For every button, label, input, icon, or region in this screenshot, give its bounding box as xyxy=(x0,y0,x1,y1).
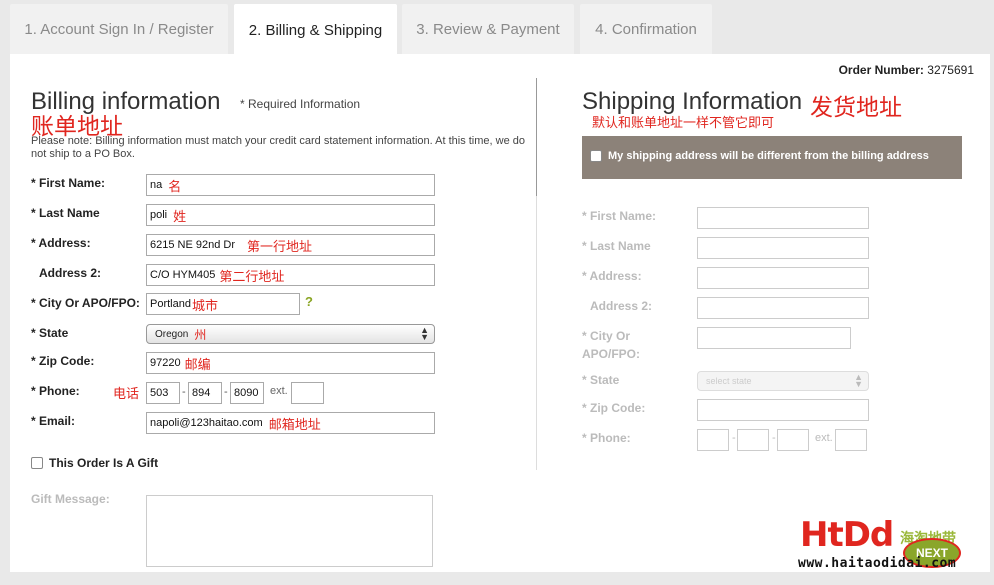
phone-part3: 8090 xyxy=(234,387,259,399)
last-name-annotation: 姓 xyxy=(173,208,187,224)
ship-zip-label: * Zip Code: xyxy=(582,401,646,415)
ship-last-name-label: * Last Name xyxy=(582,239,651,253)
first-name-input[interactable]: na 名 xyxy=(146,174,435,196)
phone-ext-label: ext. xyxy=(270,385,288,397)
gift-message-textarea[interactable] xyxy=(146,495,433,567)
phone-dash: - xyxy=(182,386,186,398)
select-arrows-icon: ▲ ▼ xyxy=(420,325,429,342)
tab-billing-shipping[interactable]: 2. Billing & Shipping xyxy=(234,4,397,56)
ship-city-label: * City Or xyxy=(582,329,631,343)
phone-dash: - xyxy=(732,432,736,444)
first-name-label: * First Name: xyxy=(31,176,106,190)
different-shipping-checkbox[interactable] xyxy=(590,150,602,162)
address2-annotation: 第二行地址 xyxy=(219,268,285,284)
last-name-input[interactable]: poli 姓 xyxy=(146,204,435,226)
address2-value: C/O HYM405 xyxy=(150,269,216,281)
state-annotation: 州 xyxy=(194,327,207,342)
watermark-url: www.haitaodidai.com xyxy=(798,556,957,571)
tab-label: 3. Review & Payment xyxy=(416,20,560,38)
last-name-value: poli xyxy=(150,209,168,221)
tab-confirmation[interactable]: 4. Confirmation xyxy=(580,4,712,54)
address-label: * Address: xyxy=(31,236,91,250)
select-arrows-icon: ▲ ▼ xyxy=(854,372,863,389)
ship-phone-label: * Phone: xyxy=(582,431,631,445)
phone-dash: - xyxy=(224,386,228,398)
tab-label: 4. Confirmation xyxy=(595,20,697,38)
order-number-value: 3275691 xyxy=(927,63,974,77)
ship-phone-prefix-input[interactable] xyxy=(737,429,769,451)
address-value: 6215 NE 92nd Dr xyxy=(150,239,235,251)
city-annotation: 城市 xyxy=(191,297,218,313)
zip-value: 97220 xyxy=(150,357,181,369)
shipping-subtitle-cn: 默认和账单地址一样不管它即可 xyxy=(592,115,775,130)
address2-input[interactable]: C/O HYM405 第二行地址 xyxy=(146,264,435,286)
ship-state-select[interactable]: select state ▲ ▼ xyxy=(697,371,869,391)
address-annotation: 第一行地址 xyxy=(247,238,313,254)
first-name-value: na xyxy=(150,179,163,191)
city-help-icon[interactable]: ? xyxy=(305,294,313,309)
different-shipping-box[interactable]: My shipping address will be different fr… xyxy=(582,136,962,179)
email-value: napoli@123haitao.com xyxy=(150,417,263,429)
city-value: Portland xyxy=(150,298,191,310)
zip-input[interactable]: 97220 邮编 xyxy=(146,352,435,374)
gift-message-label: Gift Message: xyxy=(31,492,110,506)
order-number-label: Order Number: xyxy=(838,63,924,77)
ship-first-name-label: * First Name: xyxy=(582,209,657,223)
ship-phone-ext-label: ext. xyxy=(815,432,833,444)
tab-label: 1. Account Sign In / Register xyxy=(24,20,214,38)
phone-area-input[interactable]: 503 xyxy=(146,382,180,404)
email-annotation: 邮箱地址 xyxy=(268,416,321,432)
address2-label: Address 2: xyxy=(39,266,102,280)
column-divider-top xyxy=(536,78,537,196)
required-note: * Required Information xyxy=(240,97,361,111)
watermark-logo: HtDd xyxy=(800,515,894,555)
ship-address-input[interactable] xyxy=(697,267,869,289)
ship-zip-input[interactable] xyxy=(697,399,869,421)
ship-first-name-input[interactable] xyxy=(697,207,869,229)
phone-annotation: 电话 xyxy=(113,386,140,401)
zip-annotation: 邮编 xyxy=(184,356,211,372)
phone-part1: 503 xyxy=(150,387,169,399)
last-name-label: * Last Name xyxy=(31,206,100,220)
ship-phone-area-input[interactable] xyxy=(697,429,729,451)
phone-prefix-input[interactable]: 894 xyxy=(188,382,222,404)
ship-city-input[interactable] xyxy=(697,327,851,349)
gift-label: This Order Is A Gift xyxy=(49,456,159,470)
email-label: * Email: xyxy=(31,414,76,428)
ship-state-placeholder: select state xyxy=(706,376,752,386)
different-shipping-label: My shipping address will be different fr… xyxy=(608,150,929,162)
shipping-title-cn: 发货地址 xyxy=(810,94,902,120)
state-value: Oregon xyxy=(155,328,189,340)
tab-review-payment[interactable]: 3. Review & Payment xyxy=(402,4,574,54)
ship-state-label: * State xyxy=(582,373,620,387)
gift-checkbox[interactable] xyxy=(31,457,43,469)
ship-address-label: * Address: xyxy=(582,269,642,283)
order-number: Order Number: 3275691 xyxy=(839,63,974,77)
state-select[interactable]: Oregon 州 ▲ ▼ xyxy=(146,324,435,344)
phone-line-input[interactable]: 8090 xyxy=(230,382,264,404)
phone-part2: 894 xyxy=(192,387,211,399)
ship-last-name-input[interactable] xyxy=(697,237,869,259)
state-label: * State xyxy=(31,326,69,340)
ship-phone-ext-input[interactable] xyxy=(835,429,867,451)
email-input[interactable]: napoli@123haitao.com 邮箱地址 xyxy=(146,412,435,434)
city-input[interactable]: Portland 城市 xyxy=(146,293,300,315)
first-name-annotation: 名 xyxy=(168,178,182,194)
tab-label: 2. Billing & Shipping xyxy=(248,21,383,39)
phone-ext-input[interactable] xyxy=(291,382,324,404)
ship-address2-label: Address 2: xyxy=(590,299,653,313)
zip-label: * Zip Code: xyxy=(31,354,95,368)
ship-phone-line-input[interactable] xyxy=(777,429,809,451)
bottom-strip xyxy=(0,572,994,585)
ship-address2-input[interactable] xyxy=(697,297,869,319)
billing-note: Please note: Billing information must ma… xyxy=(31,135,526,160)
tab-account-sign-in[interactable]: 1. Account Sign In / Register xyxy=(10,4,228,54)
phone-label: * Phone: xyxy=(31,384,80,398)
ship-city-label-line2: APO/FPO: xyxy=(582,347,641,361)
address-input[interactable]: 6215 NE 92nd Dr 第一行地址 xyxy=(146,234,435,256)
phone-dash: - xyxy=(772,432,776,444)
city-label: * City Or APO/FPO: xyxy=(31,296,140,310)
